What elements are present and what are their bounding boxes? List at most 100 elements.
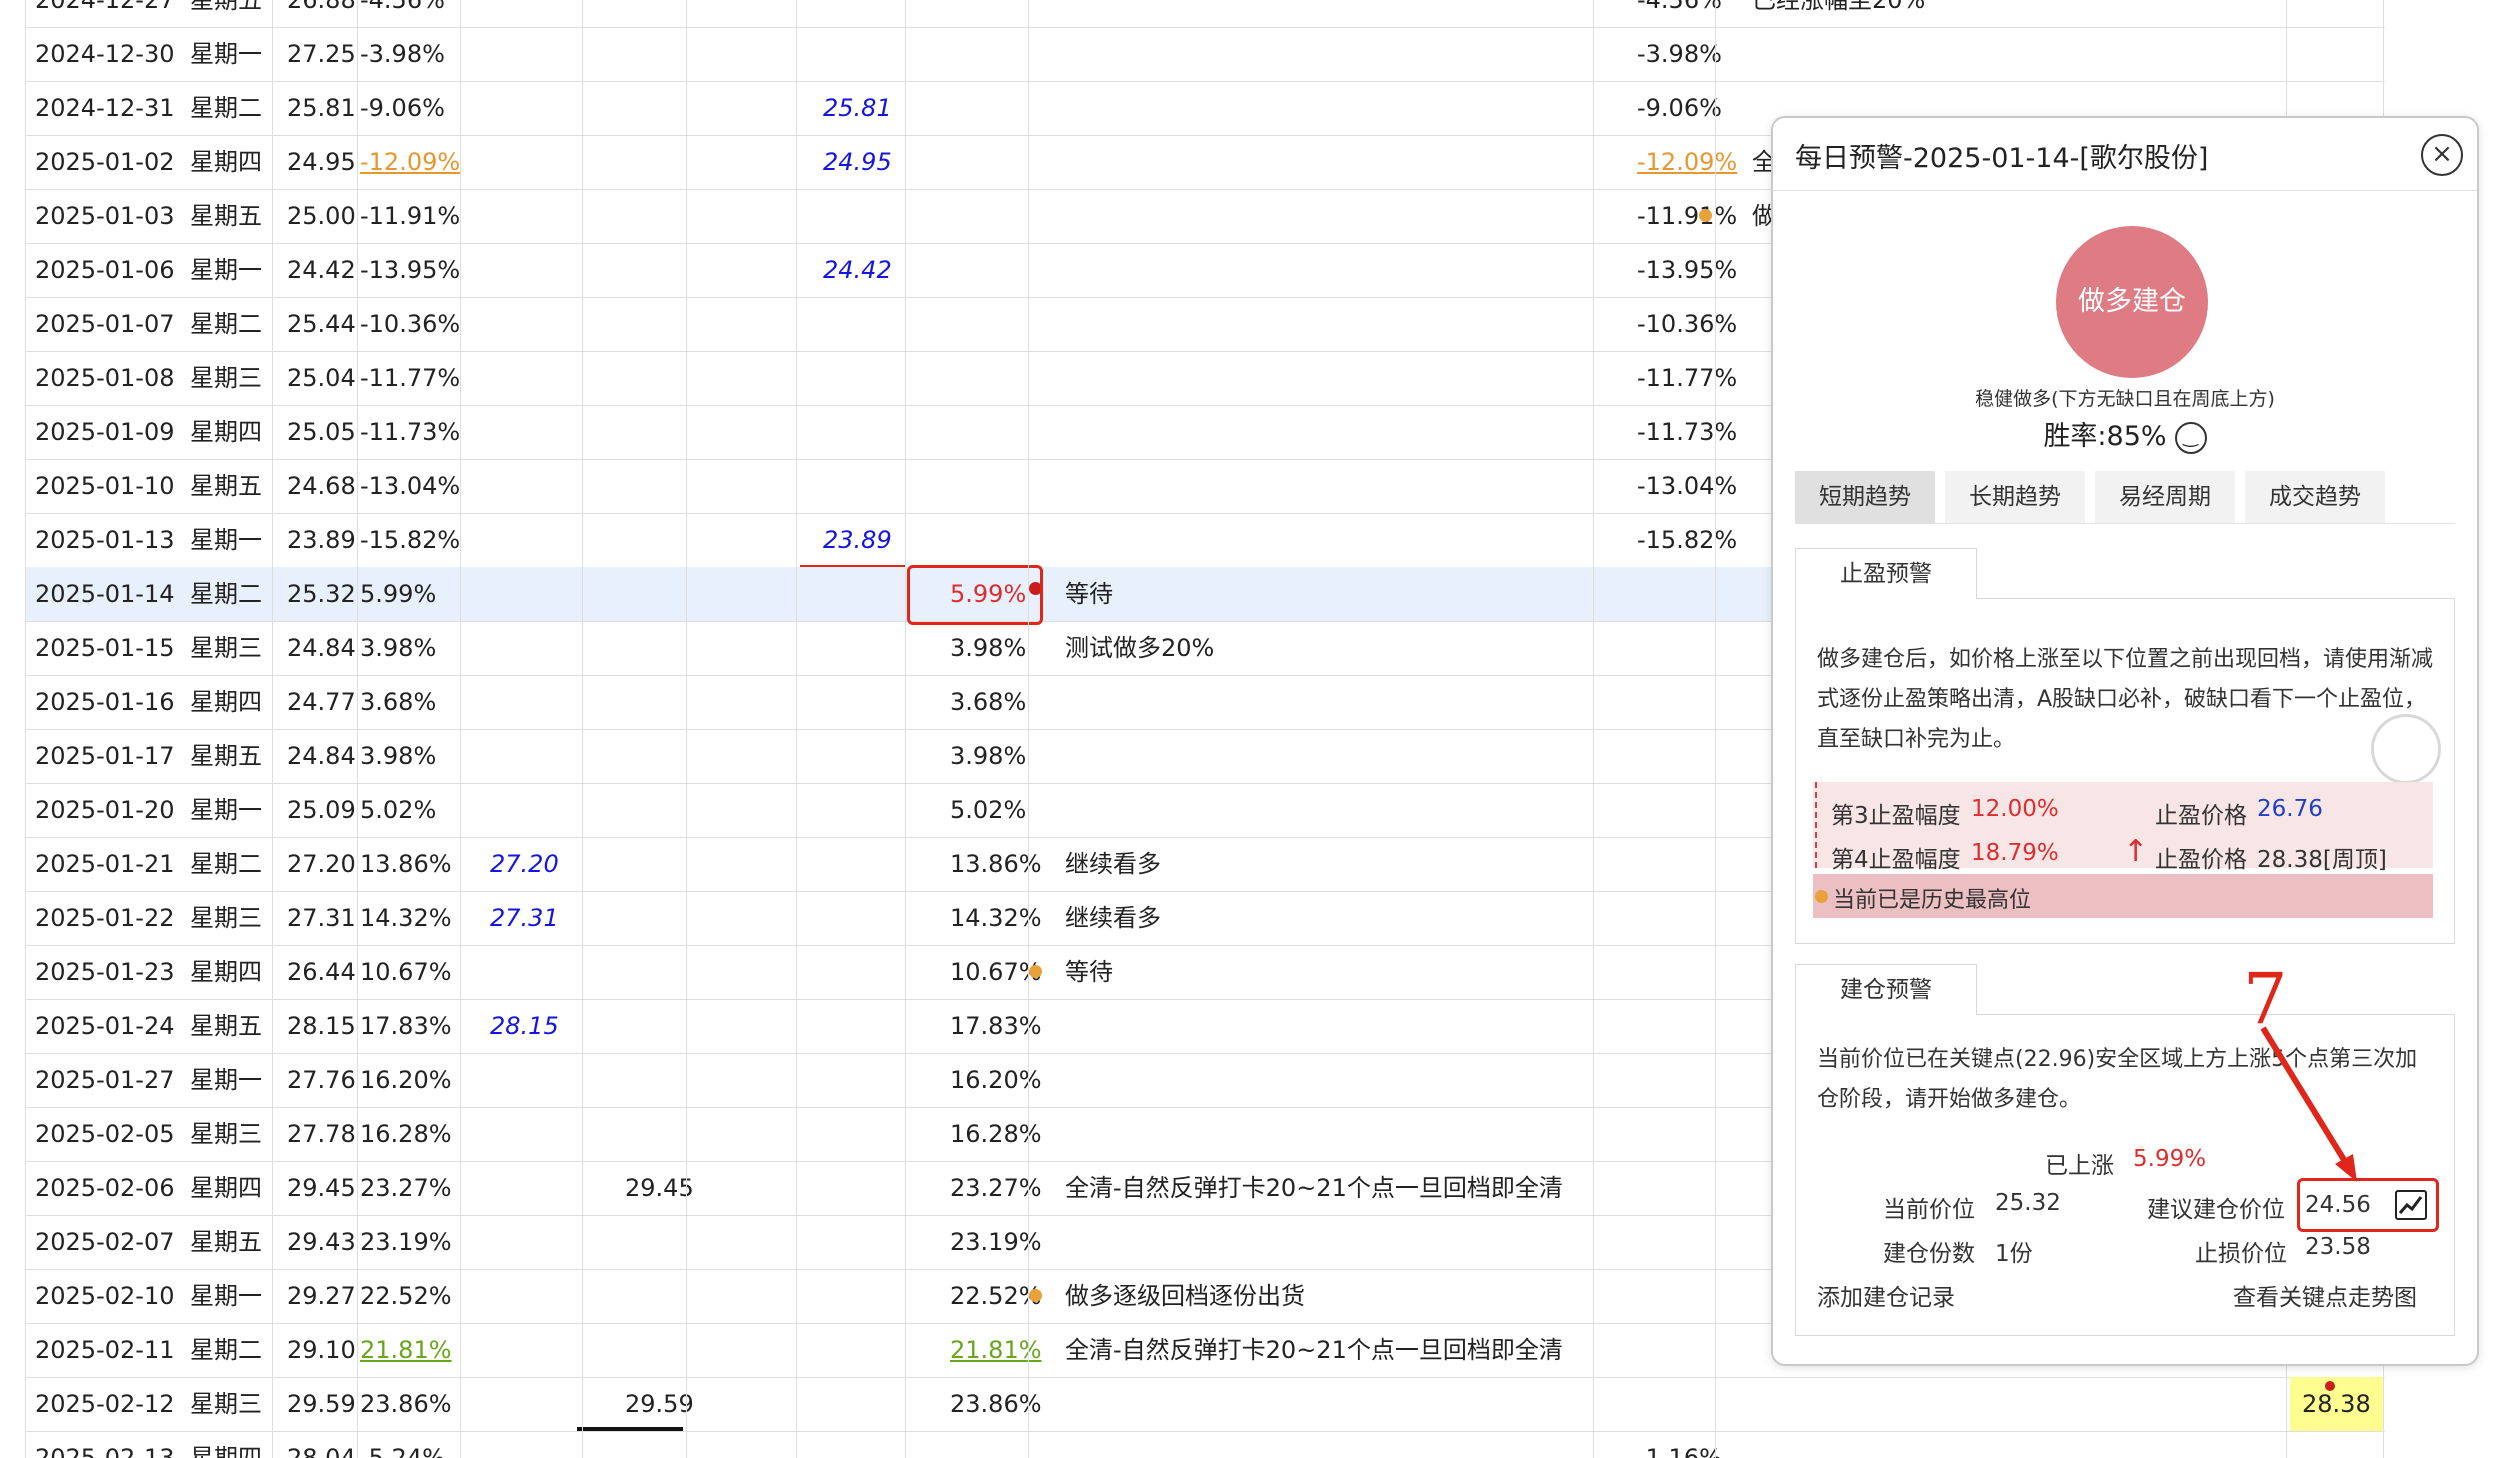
cell-k[interactable]: -9.06% [1637,81,1722,135]
cell-pct[interactable]: 5.02% [360,783,436,837]
cell-day[interactable]: 星期一 [190,783,262,837]
cell-price[interactable]: 25.05 [287,405,356,459]
cell-price[interactable]: 25.04 [287,351,356,405]
cell-pct[interactable]: -9.06% [360,81,445,135]
cell-date[interactable]: 2025-01-02 [35,135,174,189]
tab-short-trend[interactable]: 短期趋势 [1795,471,1935,523]
cell-day[interactable]: 星期二 [190,837,262,891]
cell-date[interactable]: 2024-12-31 [35,81,174,135]
cell-pct[interactable]: 23.19% [360,1215,452,1269]
cell-date[interactable]: 2025-02-11 [35,1323,174,1377]
cell-pct[interactable]: 5.99% [360,567,436,621]
cell-price[interactable]: 24.77 [287,675,356,729]
cell-price[interactable]: 27.25 [287,27,356,81]
cell-date[interactable]: 2025-01-08 [35,351,174,405]
cell-date[interactable]: 2025-01-20 [35,783,174,837]
cell-pct[interactable]: -3.98% [360,27,445,81]
cell-price[interactable]: 25.32 [287,567,356,621]
table-row[interactable]: 2024-12-27 星期五 26.88 -4.56% -4.56% 已经涨幅至20% [25,0,2385,28]
cell-date[interactable]: 2025-02-10 [35,1269,174,1323]
cell-date[interactable]: 2025-01-22 [35,891,174,945]
cell-pct[interactable]: 3.68% [360,675,436,729]
cell-note[interactable]: 测试做多20% [1065,621,1214,675]
cell-price[interactable]: 24.95 [287,135,356,189]
cell-date[interactable]: 2025-01-15 [35,621,174,675]
cell-price[interactable]: 25.00 [287,189,356,243]
cell-price[interactable]: 27.31 [287,891,356,945]
cell-day[interactable]: 星期二 [190,81,262,135]
cell-day[interactable]: 星期三 [190,891,262,945]
cell-date[interactable]: 2025-01-10 [35,459,174,513]
cell-day[interactable]: 星期一 [190,1053,262,1107]
cell-date[interactable]: 2025-01-09 [35,405,174,459]
cell-price[interactable]: 29.27 [287,1269,356,1323]
view-chart-link[interactable]: 查看关键点走势图 [2233,1278,2417,1312]
cell-date[interactable]: 2025-01-03 [35,189,174,243]
cell-pct[interactable]: -12.09% [360,135,460,189]
cell-date[interactable]: 2025-02-13 [35,1431,174,1458]
cell-date[interactable]: 2025-01-27 [35,1053,174,1107]
cell-k[interactable]: -11.77% [1637,351,1737,405]
cell-date[interactable]: 2025-01-13 [35,513,174,567]
cell-day[interactable]: 星期一 [190,1269,262,1323]
cell-date[interactable]: 2025-01-21 [35,837,174,891]
cell-date[interactable]: 2025-01-16 [35,675,174,729]
cell-c6[interactable]: 29.59 [625,1377,694,1431]
cell-price[interactable]: 24.84 [287,621,356,675]
cell-k[interactable]: -11.91% [1637,189,1737,243]
cell-price[interactable]: 29.43 [287,1215,356,1269]
cell-day[interactable]: 星期四 [190,135,262,189]
cell-date[interactable]: 2025-01-14 [35,567,174,621]
cell-day[interactable]: 星期三 [190,351,262,405]
cell-price[interactable]: 23.89 [287,513,356,567]
cell-c7[interactable]: 24.42 [823,243,892,297]
cell-pct[interactable]: -10.36% [360,297,460,351]
cell-k[interactable]: -11.73% [1637,405,1737,459]
cell-c6[interactable]: 29.45 [625,1161,694,1215]
cell-day[interactable]: 星期一 [190,27,262,81]
cell-pct[interactable]: -13.04% [360,459,460,513]
cell-pct[interactable]: 13.86% [360,837,452,891]
cell-price[interactable]: 27.20 [287,837,356,891]
cell-pct[interactable]: 16.20% [360,1053,452,1107]
cell-price[interactable]: 28.04 [287,1431,356,1458]
cell-pct[interactable]: 16.28% [360,1107,452,1161]
cell-k[interactable]: -4.56% [1637,0,1722,27]
cell-last[interactable]: 已经涨幅至20% [1752,0,1925,27]
cell-day[interactable]: 星期四 [190,945,262,999]
cell-k[interactable]: -10.36% [1637,297,1737,351]
cell-pct[interactable]: -13.95% [360,243,460,297]
cell-day[interactable]: 星期四 [190,405,262,459]
cell-note[interactable]: 继续看多 [1065,837,1161,891]
cell-price[interactable]: 28.15 [287,999,356,1053]
cell-note[interactable]: 做多逐级回档逐份出货 [1065,1269,1305,1323]
cell-price[interactable]: 25.09 [287,783,356,837]
cell-day[interactable]: 星期三 [190,621,262,675]
cell-price[interactable]: 24.42 [287,243,356,297]
cell-day[interactable]: 星期五 [190,1215,262,1269]
cell-c5[interactable]: 28.15 [490,999,559,1053]
cell-price[interactable]: 29.59 [287,1377,356,1431]
cell-k[interactable]: -13.04% [1637,459,1737,513]
cell-date[interactable]: 2025-01-23 [35,945,174,999]
cell-pct[interactable]: 10.67% [360,945,452,999]
table-row[interactable]: 2025-02-13 星期四 28.04 -5.24% -1.16% [25,1431,2385,1458]
cell-pct[interactable]: -11.91% [360,189,460,243]
cell-note[interactable]: 等待 [1065,567,1113,621]
cell-pct[interactable]: 3.98% [360,729,436,783]
cell-day[interactable]: 星期五 [190,459,262,513]
cell-c7[interactable]: 23.89 [823,513,892,567]
cell-day[interactable]: 星期三 [190,1107,262,1161]
cell-day[interactable]: 星期三 [190,1377,262,1431]
cell-pct[interactable]: 22.52% [360,1269,452,1323]
cell-day[interactable]: 星期四 [190,1431,262,1458]
cell-day[interactable]: 星期二 [190,297,262,351]
cell-c7[interactable]: 25.81 [823,81,892,135]
cell-pct[interactable]: -4.56% [360,0,445,27]
tab-iching-cycle[interactable]: 易经周期 [2095,471,2235,523]
cell-c8[interactable]: 5.02% [950,783,1026,837]
cell-day[interactable]: 星期二 [190,1323,262,1377]
cell-note[interactable]: 全清-自然反弹打卡20~21个点一旦回档即全清 [1065,1161,1563,1215]
cell-pct[interactable]: -15.82% [360,513,460,567]
cell-date[interactable]: 2025-02-05 [35,1107,174,1161]
